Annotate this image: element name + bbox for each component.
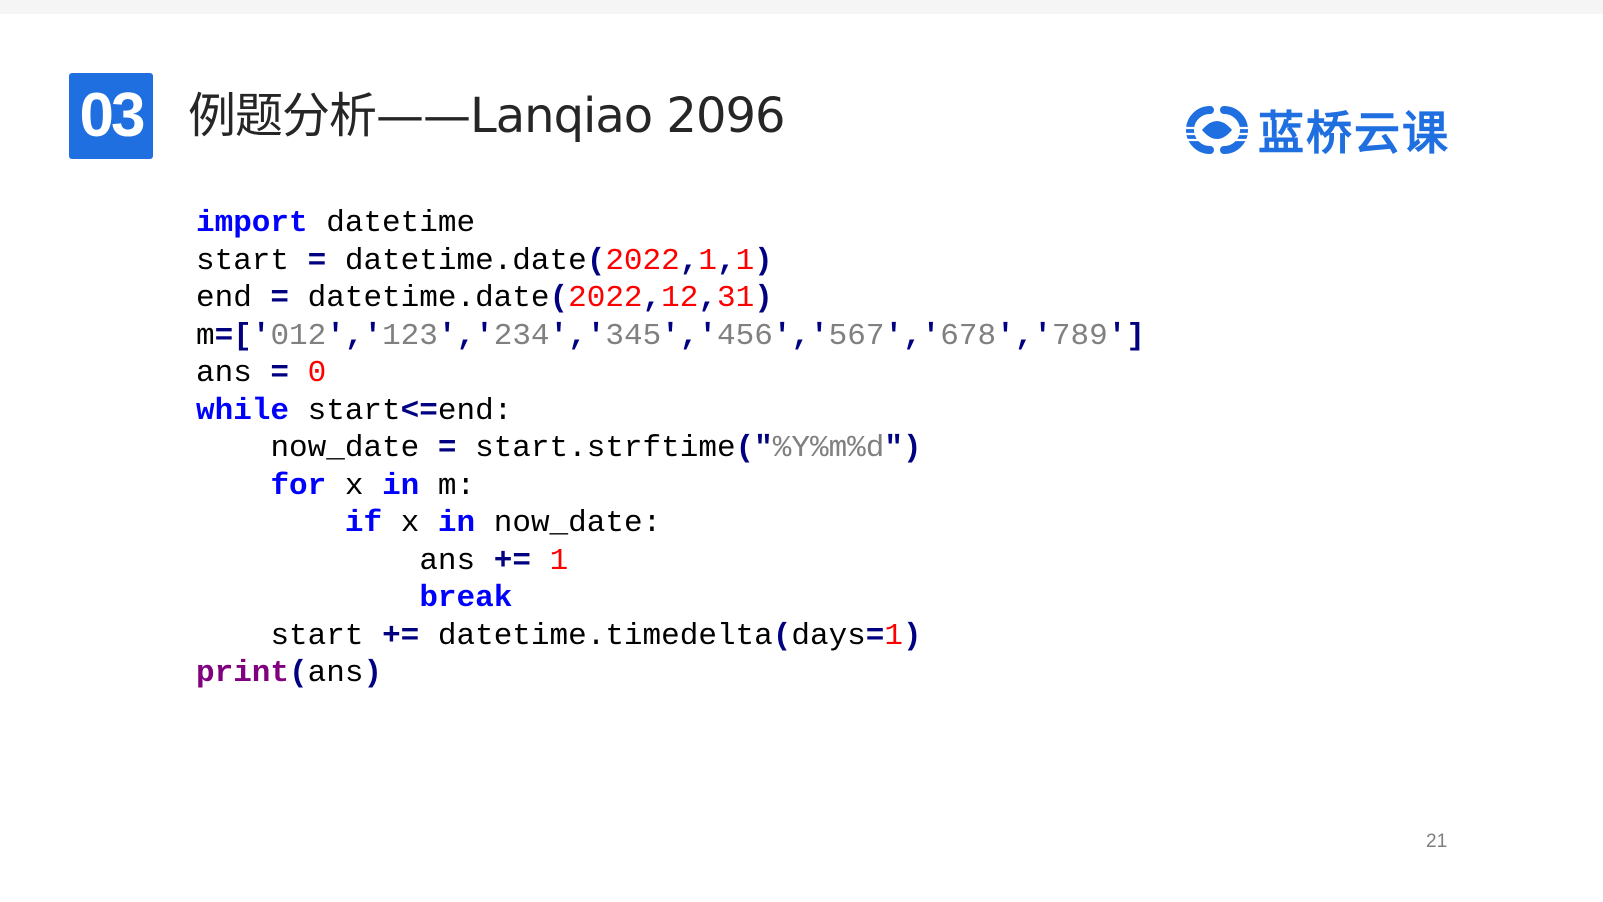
code-line: for x in m: — [270, 468, 476, 504]
code-line: if x in now_date: — [344, 506, 662, 541]
code-block: import datetime start = datetime.date(20… — [196, 205, 1145, 693]
code-line: ans += 1 — [419, 543, 569, 579]
code-line: import datetime — [196, 206, 476, 241]
section-number-badge: 03 — [69, 73, 153, 159]
logo-text: 蓝桥云课 — [1258, 106, 1450, 160]
code-line: now_date = start.strftime("%Y%m%d") — [270, 431, 922, 466]
slide: 03 例题分析——Lanqiao 2096 蓝桥云课 import dateti… — [0, 14, 1603, 902]
code-line: ans = 0 — [196, 356, 327, 391]
code-line: start += datetime.timedelta(days=1) — [270, 618, 922, 654]
page-number: 21 — [1426, 831, 1448, 852]
code-line: print(ans) — [196, 656, 383, 691]
code-line: end = datetime.date(2022,12,31) — [196, 281, 773, 316]
lanqiao-logo-icon — [1180, 106, 1256, 154]
brand-logo: 蓝桥云课 — [1180, 102, 1450, 160]
code-line: m=['012','123','234','345','456','567','… — [196, 318, 1145, 354]
code-line: break — [419, 581, 513, 616]
code-line: start = datetime.date(2022,1,1) — [196, 243, 773, 279]
slide-title: 例题分析——Lanqiao 2096 — [188, 88, 786, 144]
code-line: while start<=end: — [196, 393, 513, 429]
